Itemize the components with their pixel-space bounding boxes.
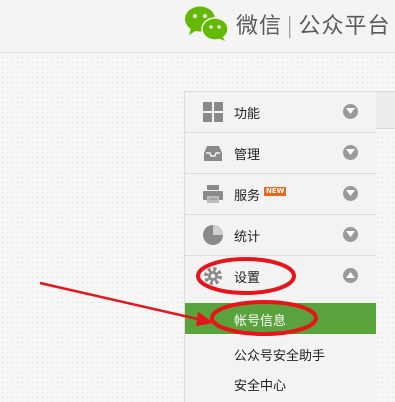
menu-item-label: 管理 [234,148,261,163]
printer-icon [203,185,223,203]
new-badge: NEW [264,187,287,196]
menu-item-settings[interactable]: 设置 [185,256,376,296]
submenu-item-security-center[interactable]: 安全中心 [185,368,376,398]
chevron-down-icon[interactable] [343,227,358,242]
submenu-item-label: 公众号安全助手 [234,349,326,364]
submenu-item-security-assistant[interactable]: 公众号安全助手 [185,338,376,368]
inbox-icon [204,146,222,161]
pie-chart-icon [203,225,223,245]
chevron-up-icon[interactable] [343,268,358,283]
menu-item-label: 统计 [234,230,261,245]
gear-icon [204,267,222,285]
top-header: 微信 | 公众平台 [0,0,395,53]
menu-item-function[interactable]: 功能 [185,92,376,133]
sidebar-menu: 功能 管理 服务 NEW 统计 设置 帐号信息 公众号安全助手 安全中心 [184,91,376,402]
menu-item-label: 设置 [234,271,261,286]
logo-sub-text: 公众平台 [298,14,391,39]
menu-edge-tab [375,91,395,129]
logo-main-text: 微信 [236,14,283,39]
menu-item-label: 功能 [234,107,261,122]
annotation-arrow-line [39,281,203,322]
submenu-item-account-info[interactable]: 帐号信息 [185,303,376,334]
submenu-item-label: 帐号信息 [234,314,287,329]
menu-item-label: 服务 [234,189,261,204]
logo-title: 微信 | 公众平台 [236,8,390,40]
menu-item-manage[interactable]: 管理 [185,133,376,174]
chevron-down-icon[interactable] [343,104,358,119]
grid-icon [203,102,223,122]
submenu-item-label: 安全中心 [234,379,287,394]
wechat-logo-icon [185,6,229,41]
chevron-down-icon[interactable] [343,145,358,160]
menu-item-service[interactable]: 服务 NEW [185,174,376,215]
chevron-down-icon[interactable] [343,186,358,201]
menu-item-stats[interactable]: 统计 [185,215,376,256]
logo-separator: | [286,14,295,39]
